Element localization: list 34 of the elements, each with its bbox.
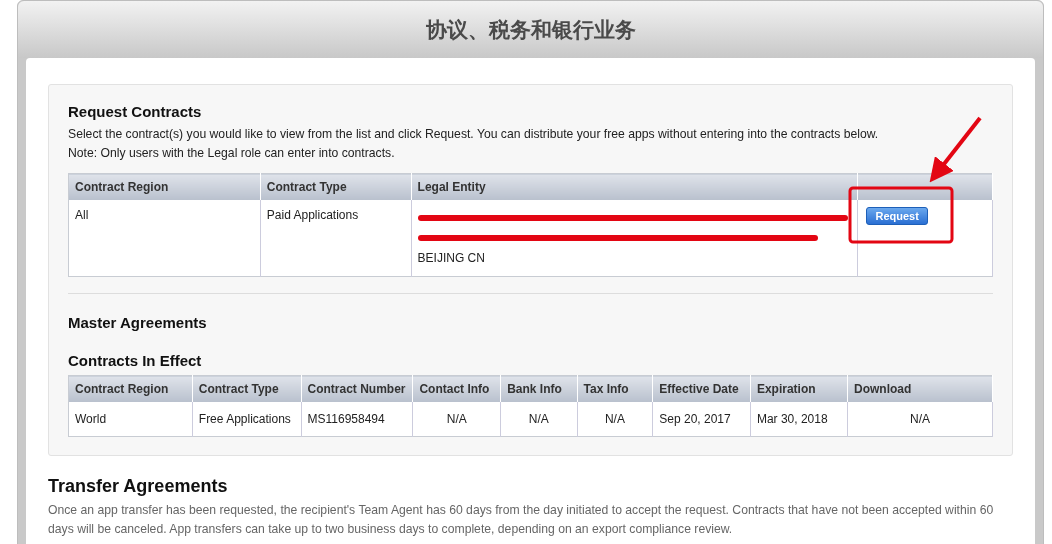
request-button[interactable]: Request [866, 207, 928, 225]
description-text: Select the contract(s) you would like to view from the list and click Request. You can distribute your free apps without entering into the contracts below. [68, 126, 880, 143]
table-cell: N/A [910, 412, 930, 426]
table-cell: N/A [528, 412, 549, 426]
column-header: Contract Region [75, 382, 169, 396]
section-heading: Master Agreements [68, 314, 208, 331]
note-text: Note: Only users with the Legal role can enter into contracts. [68, 145, 396, 162]
column-header: Contract Type [266, 180, 347, 194]
page-title: 协议、税务和银行业务 [425, 16, 636, 44]
description-text: Once an app transfer has been requested, the recipient's Team Agent has 60 days from the day initiated to accept the request. Contracts that have not been accepted within 60 days will be canceled. App transfers can take up to two business days to complete, depending on an export compliance review. [48, 502, 995, 538]
table-cell: All [75, 208, 89, 222]
column-header: Bank Info [507, 382, 562, 396]
table-cell: World [75, 412, 107, 426]
column-header: Download [854, 382, 912, 396]
column-header: Contact Info [419, 382, 490, 396]
table-cell: Paid Applications [266, 208, 359, 222]
column-header: Contract Region [75, 180, 169, 194]
annotation-arrow [929, 116, 982, 183]
table-cell: N/A [604, 412, 625, 426]
column-header: Contract Number [307, 382, 406, 396]
column-header: Legal Entity [417, 180, 486, 194]
table-cell: MS116958494 [307, 412, 385, 426]
table-cell-text: BEIJING CN [417, 250, 486, 267]
column-header: Effective Date [659, 382, 739, 396]
table-cell: Mar 30, 2018 [756, 412, 828, 426]
section-heading: Contracts In Effect [68, 352, 203, 369]
table-cell: N/A [446, 412, 467, 426]
column-header: Contract Type [198, 382, 279, 396]
section-heading: Transfer Agreements [48, 476, 229, 497]
table-cell: Sep 20, 2017 [659, 412, 731, 426]
table-cell: Free Applications [198, 412, 291, 426]
column-header: Expiration [756, 382, 816, 396]
section-heading: Request Contracts [68, 103, 203, 120]
column-header: Tax Info [583, 382, 629, 396]
